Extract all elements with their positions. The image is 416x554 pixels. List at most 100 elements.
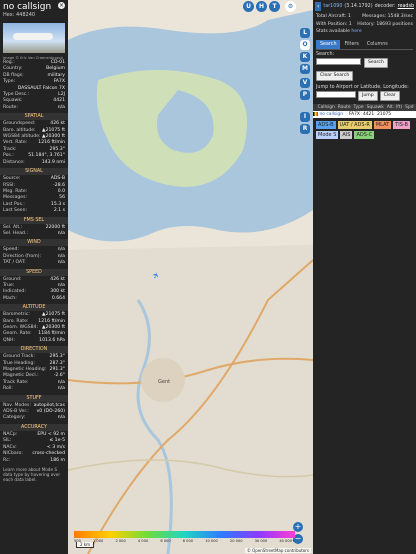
- clear-search-button[interactable]: Clear Search: [316, 70, 354, 81]
- search-label: Search:: [316, 51, 335, 57]
- clear-button[interactable]: Clear: [379, 90, 400, 101]
- tab-columns[interactable]: Columns: [363, 40, 392, 49]
- info-value: n/a: [57, 104, 65, 110]
- tab-filters[interactable]: Filters: [340, 40, 362, 49]
- info-label: Type:: [3, 79, 16, 85]
- data-value: n/a: [57, 415, 65, 421]
- section-title[interactable]: STUFF: [0, 394, 68, 402]
- map-button-h[interactable]: H: [256, 1, 267, 12]
- decoder-link[interactable]: readsb: [398, 4, 414, 9]
- version-link[interactable]: tar1090: [323, 4, 342, 9]
- section-title[interactable]: SPATIAL: [0, 113, 68, 121]
- map-button-l[interactable]: L: [300, 28, 310, 38]
- map-attribution[interactable]: © OpenStreetMap contributors: [244, 548, 311, 553]
- section-title[interactable]: SIGNAL: [0, 168, 68, 176]
- section-title[interactable]: WIND: [0, 239, 68, 247]
- map-button-r[interactable]: R: [300, 124, 310, 134]
- data-row: QNH: 1013.6 hPa: [0, 338, 68, 344]
- info-rows: Reg.: CD-01 Country: Belgium DB flags: milita…: [0, 60, 68, 111]
- search-input[interactable]: [316, 57, 361, 65]
- altitude-legend-label: 1 000: [93, 539, 104, 543]
- map-button-v[interactable]: V: [300, 78, 310, 88]
- map-view[interactable]: Gent ✈ U H T ⚙ L O K M V P I R + − 500 1 …: [68, 0, 313, 554]
- altitude-legend-label: 4 000: [137, 539, 149, 543]
- data-value: 2.1 s: [53, 208, 65, 214]
- stats-available: Stats available here: [316, 29, 362, 35]
- section-title[interactable]: DIRECTION: [0, 346, 68, 354]
- info-row: Route: n/a: [0, 105, 68, 111]
- data-label: TAT / OAT:: [3, 260, 26, 266]
- version-number: (3.14.1792): [344, 4, 373, 9]
- column-header[interactable]: Squawk: [365, 104, 385, 111]
- collapse-left-icon[interactable]: ‹: [315, 2, 322, 11]
- data-label: Mach:: [3, 295, 17, 301]
- section-title[interactable]: SPEED: [0, 268, 68, 276]
- data-value: 186 m: [50, 457, 65, 463]
- info-label: Route:: [3, 104, 18, 110]
- map-button-m[interactable]: M: [300, 64, 310, 74]
- data-label: Sel. Head.:: [3, 230, 28, 236]
- data-label: Roll:: [3, 386, 13, 392]
- filter-toggle[interactable]: Mode S: [316, 130, 339, 139]
- aircraft-photo[interactable]: [3, 23, 65, 53]
- column-header[interactable]: Alt. (ft): [385, 104, 403, 111]
- filter-toggle[interactable]: UAT / ADS-R: [337, 120, 372, 129]
- decoder-label: decoder:: [374, 4, 396, 9]
- section-title[interactable]: ALTITUDE: [0, 304, 68, 312]
- sidebar-header: ‹ tar1090 (3.14.1792) decoder: readsb: [313, 0, 416, 13]
- stats-link[interactable]: here: [351, 29, 361, 34]
- search-button[interactable]: Search: [364, 57, 388, 68]
- table-row[interactable]: no callsign FA7X 4421 21075: [313, 110, 416, 118]
- data-label: Category:: [3, 415, 26, 421]
- cell-altitude: 21075: [377, 111, 392, 117]
- data-row: Roll: n/a: [0, 386, 68, 392]
- map-button-t[interactable]: T: [269, 1, 280, 12]
- map-background: Gent: [68, 0, 313, 554]
- table-header: Callsign Route Type Squawk Alt. (ft) Spd: [313, 103, 416, 111]
- filter-toggle[interactable]: AIS: [340, 130, 353, 139]
- section-title[interactable]: FMS SEL: [0, 216, 68, 224]
- filter-toggle[interactable]: ADS-B: [316, 120, 336, 129]
- data-label: Distance:: [3, 159, 25, 165]
- data-label: Last Seen:: [3, 208, 28, 214]
- cell-callsign: no callsign: [319, 111, 344, 117]
- settings-gear-icon[interactable]: ⚙: [285, 1, 296, 12]
- data-row: Last Seen: 2.1 s: [0, 208, 68, 214]
- filter-toggle[interactable]: ADS-C: [354, 130, 375, 139]
- altitude-legend-label: 2 000: [115, 539, 126, 543]
- column-header[interactable]: Spd: [404, 104, 415, 111]
- altitude-legend-label: 6 000: [160, 539, 171, 543]
- column-header[interactable]: Callsign: [316, 104, 336, 111]
- filter-toggle[interactable]: MLAT: [373, 120, 392, 129]
- column-header[interactable]: Route: [336, 104, 352, 111]
- altitude-legend-label: 40 000+: [279, 539, 295, 543]
- source-filters: ADS-B UAT / ADS-R MLAT TIS-B Mode S AIS ADS-C: [313, 118, 416, 142]
- data-row: Mach: 0.664: [0, 296, 68, 302]
- hex-code: Hex: 448240: [3, 12, 36, 18]
- data-value: 143.9 nmi: [41, 159, 65, 165]
- data-value: n/a: [57, 260, 65, 266]
- altitude-legend-label: 30 000: [254, 539, 268, 543]
- scale-bar: 2 km: [76, 542, 95, 548]
- map-button-u[interactable]: U: [243, 1, 254, 12]
- data-value: 0.664: [51, 295, 65, 301]
- filter-toggle[interactable]: TIS-B: [393, 120, 410, 129]
- data-row: Sel. Head.: n/a: [0, 231, 68, 237]
- map-button-i[interactable]: I: [300, 112, 310, 122]
- data-label: Rc:: [3, 457, 11, 463]
- stats-row-1: Total Aircraft: 1 Messages: 1548.3/sec: [316, 14, 413, 19]
- tab-search[interactable]: Search: [316, 39, 341, 49]
- data-value: n/a: [57, 230, 65, 236]
- sidebar-panel: ‹ tar1090 (3.14.1792) decoder: readsb To…: [313, 0, 416, 554]
- section-title[interactable]: ACCURACY: [0, 423, 68, 431]
- map-button-k[interactable]: K: [300, 52, 310, 62]
- map-button-p[interactable]: P: [300, 90, 310, 100]
- aircraft-header: no callsign Hex: 448240 ×: [0, 0, 68, 20]
- altitude-legend-bar: [74, 531, 295, 538]
- close-icon[interactable]: ×: [58, 2, 65, 9]
- map-button-o[interactable]: O: [300, 40, 310, 50]
- jump-input[interactable]: [316, 90, 356, 98]
- column-header[interactable]: Type: [352, 104, 365, 111]
- jump-button[interactable]: Jump: [358, 90, 378, 101]
- data-row: Distance: 143.9 nmi: [0, 160, 68, 166]
